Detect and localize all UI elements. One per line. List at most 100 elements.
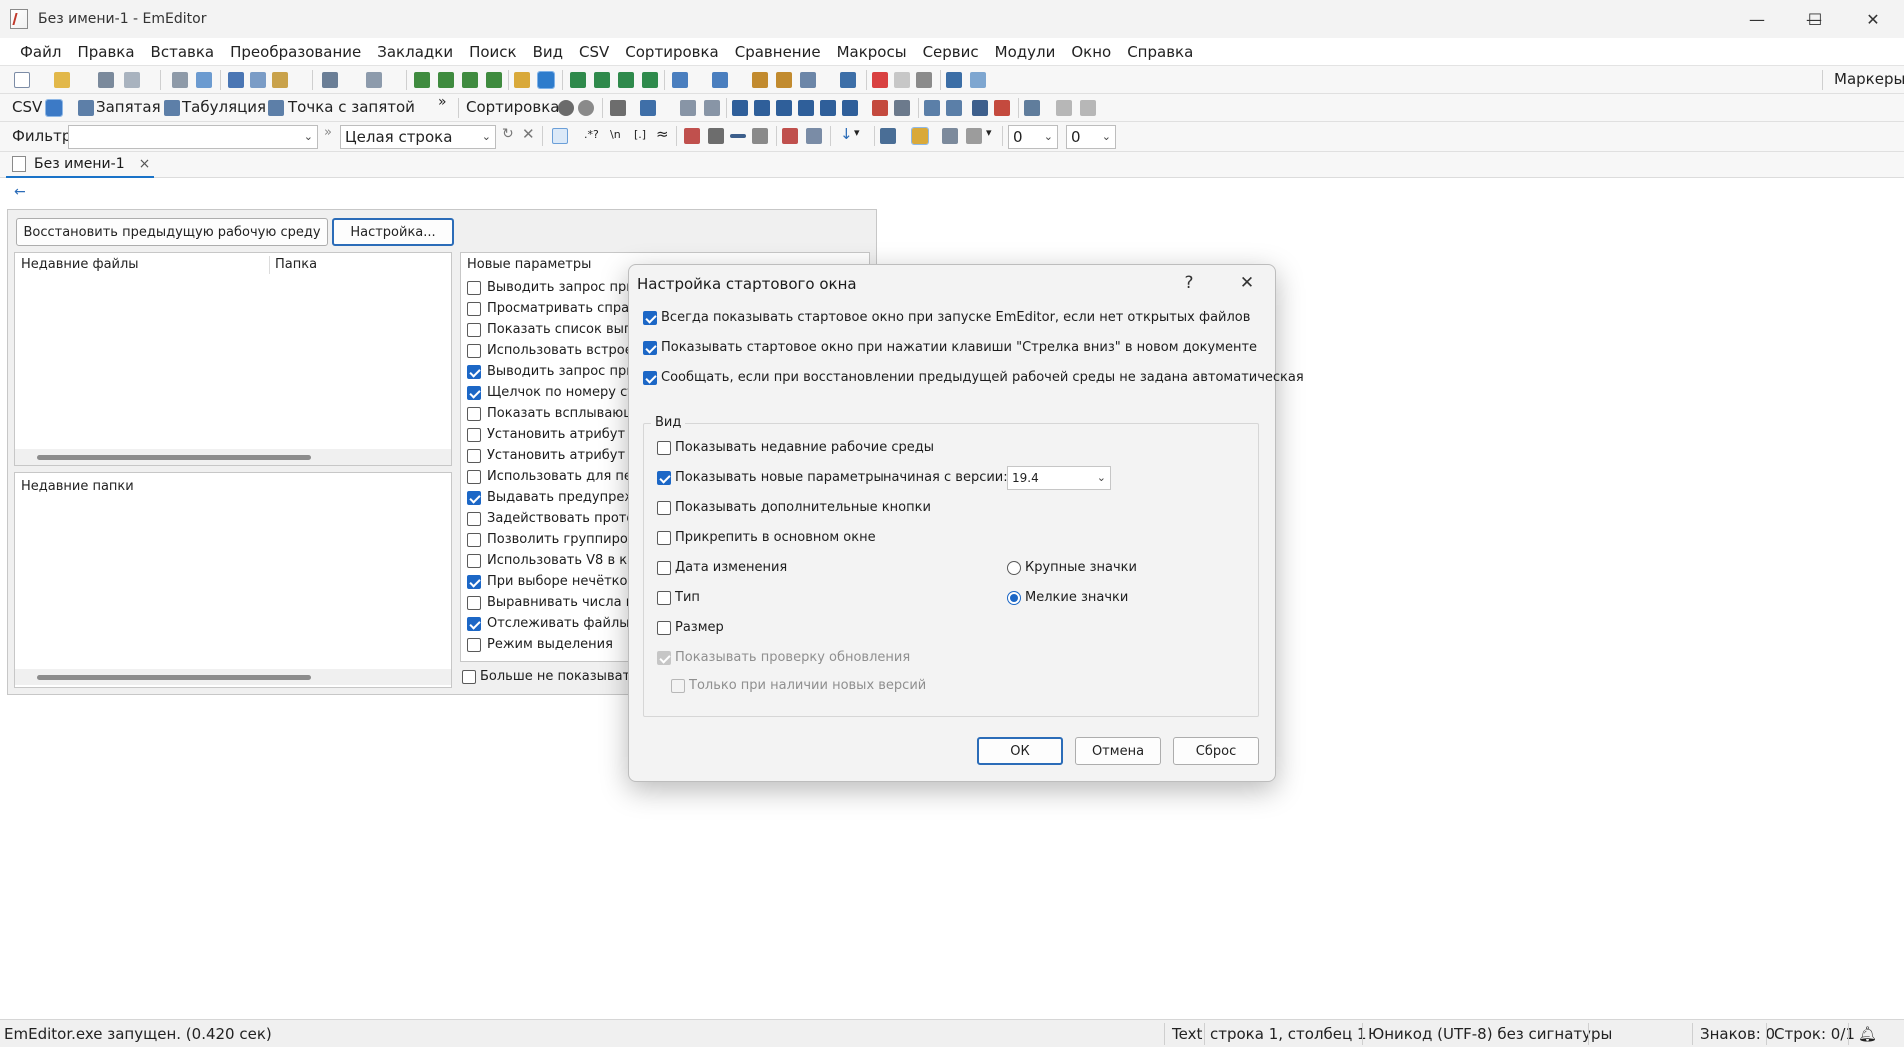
csv-view-2-icon[interactable] <box>594 72 610 88</box>
new-param-checkbox[interactable] <box>467 386 481 400</box>
find-next-icon[interactable] <box>438 72 454 88</box>
compare-2-icon[interactable] <box>946 100 962 116</box>
chevron-down-icon[interactable]: ▾ <box>986 126 992 139</box>
bookmark-icon[interactable] <box>782 128 798 144</box>
recent-files-list[interactable]: Недавние файлы Папка <box>14 252 452 466</box>
menu-item[interactable]: Вставка <box>143 38 223 66</box>
new-param-checkbox[interactable] <box>467 428 481 442</box>
format-2-icon[interactable] <box>966 128 982 144</box>
record-macro-icon[interactable] <box>872 72 888 88</box>
copy-icon[interactable] <box>250 72 266 88</box>
split-icon[interactable] <box>1080 100 1096 116</box>
small-icons-radio[interactable] <box>1007 591 1021 605</box>
replace-icon[interactable] <box>486 72 502 88</box>
save-all-icon[interactable] <box>124 72 140 88</box>
new-param-checkbox[interactable] <box>467 302 481 316</box>
redo-icon[interactable] <box>366 72 382 88</box>
reset-button[interactable]: Сброс <box>1173 737 1259 765</box>
startup-option-checkbox[interactable] <box>643 311 657 325</box>
status-mode[interactable]: Text <box>1172 1020 1202 1047</box>
minimize-window-button[interactable]: — <box>1728 0 1786 38</box>
macro-settings-icon[interactable] <box>916 72 932 88</box>
new-param-checkbox[interactable] <box>467 575 481 589</box>
fuzzy-icon[interactable]: ≈ <box>656 125 669 143</box>
sort-options-icon[interactable] <box>558 100 574 116</box>
highlight-icon[interactable] <box>752 128 768 144</box>
filter-scope-select[interactable]: Целая строка ⌄ <box>340 125 496 149</box>
find-in-files-icon[interactable] <box>514 72 530 88</box>
menu-item[interactable]: Сортировка <box>617 38 726 66</box>
settings-button[interactable]: Настройка... <box>332 218 454 246</box>
sort-num-asc-icon[interactable] <box>776 100 792 116</box>
column-2-icon[interactable] <box>680 100 696 116</box>
show-new-params-checkbox[interactable] <box>657 471 671 485</box>
match-case-icon[interactable] <box>684 128 700 144</box>
restore-workspace-button[interactable]: Восстановить предыдущую рабочую среду <box>16 218 328 246</box>
ruler-icon[interactable] <box>1024 100 1040 116</box>
recent-files-scrollbar[interactable] <box>15 449 451 465</box>
sort-special-icon[interactable] <box>872 100 888 116</box>
menu-item[interactable]: Закладки <box>369 38 461 66</box>
csv-view-3-icon[interactable] <box>618 72 634 88</box>
recent-files-header[interactable]: Недавние файлы <box>21 257 139 272</box>
chevron-down-icon[interactable]: ⌄ <box>1102 126 1111 148</box>
print-icon[interactable] <box>172 72 188 88</box>
new-file-icon[interactable] <box>14 72 30 88</box>
sort-tools-icon[interactable] <box>610 100 626 116</box>
chevron-down-icon[interactable]: ⌄ <box>304 126 313 148</box>
layout-icon[interactable] <box>946 72 962 88</box>
recent-folders-list[interactable]: Недавние папки <box>14 472 452 688</box>
recent-folders-scrollbar[interactable] <box>15 669 451 685</box>
since-version-select[interactable]: 19.4 ⌄ <box>1007 466 1111 490</box>
csv-view-4-icon[interactable] <box>642 72 658 88</box>
new-param-checkbox[interactable] <box>467 617 481 631</box>
new-param-checkbox[interactable] <box>467 512 481 526</box>
close-window-button[interactable]: ✕ <box>1844 0 1902 38</box>
sort-az-icon[interactable] <box>732 100 748 116</box>
window-frame-icon[interactable] <box>880 128 896 144</box>
find-icon[interactable] <box>414 72 430 88</box>
new-param-checkbox[interactable] <box>467 638 481 652</box>
new-param-checkbox[interactable] <box>467 323 481 337</box>
new-param-checkbox[interactable] <box>467 470 481 484</box>
show-recent-workspaces-checkbox[interactable] <box>657 441 671 455</box>
attach-main-checkbox[interactable] <box>657 531 671 545</box>
sort-num-desc-icon[interactable] <box>798 100 814 116</box>
macro-3-icon[interactable] <box>800 72 816 88</box>
new-param-checkbox[interactable] <box>467 554 481 568</box>
tools-icon[interactable] <box>970 72 986 88</box>
macro-list-icon[interactable] <box>840 72 856 88</box>
new-param-checkbox[interactable] <box>467 533 481 547</box>
type-checkbox[interactable] <box>657 591 671 605</box>
clear-filter-icon[interactable]: ✕ <box>522 125 535 143</box>
lock-icon[interactable] <box>911 127 929 145</box>
markers-label[interactable]: Маркеры <box>1834 70 1904 88</box>
menu-item[interactable]: Сервис <box>915 38 987 66</box>
sort-za-icon[interactable] <box>754 100 770 116</box>
format-icon[interactable] <box>942 128 958 144</box>
window-icon[interactable] <box>672 72 688 88</box>
menu-item[interactable]: Окно <box>1063 38 1119 66</box>
scrollbar-thumb[interactable] <box>37 675 311 680</box>
filter-input[interactable]: ⌄ <box>68 125 318 149</box>
macro-icon[interactable] <box>752 72 768 88</box>
find-prev-icon[interactable] <box>462 72 478 88</box>
join-icon[interactable] <box>1056 100 1072 116</box>
toolbar-overflow-chevron[interactable]: » <box>438 94 447 110</box>
dialog-close-button[interactable]: ✕ <box>1227 269 1267 297</box>
close-tab-icon[interactable]: × <box>139 156 151 172</box>
csv-grid-icon[interactable] <box>45 99 63 117</box>
menu-item[interactable]: Поиск <box>461 38 525 66</box>
run-macro-icon[interactable] <box>894 72 910 88</box>
chevron-down-icon[interactable]: ⌄ <box>482 126 491 148</box>
paste-icon[interactable] <box>272 72 288 88</box>
menu-item[interactable]: Преобразование <box>222 38 369 66</box>
line-icon[interactable] <box>730 134 746 138</box>
show-extra-buttons-checkbox[interactable] <box>657 501 671 515</box>
chevron-down-icon[interactable]: ⌄ <box>1097 467 1106 489</box>
new-param-checkbox[interactable] <box>467 281 481 295</box>
menu-item[interactable]: Файл <box>12 38 69 66</box>
status-position[interactable]: строка 1, столбец 1 <box>1210 1020 1367 1047</box>
sort-reset-icon[interactable] <box>578 100 594 116</box>
new-param-checkbox[interactable] <box>467 596 481 610</box>
